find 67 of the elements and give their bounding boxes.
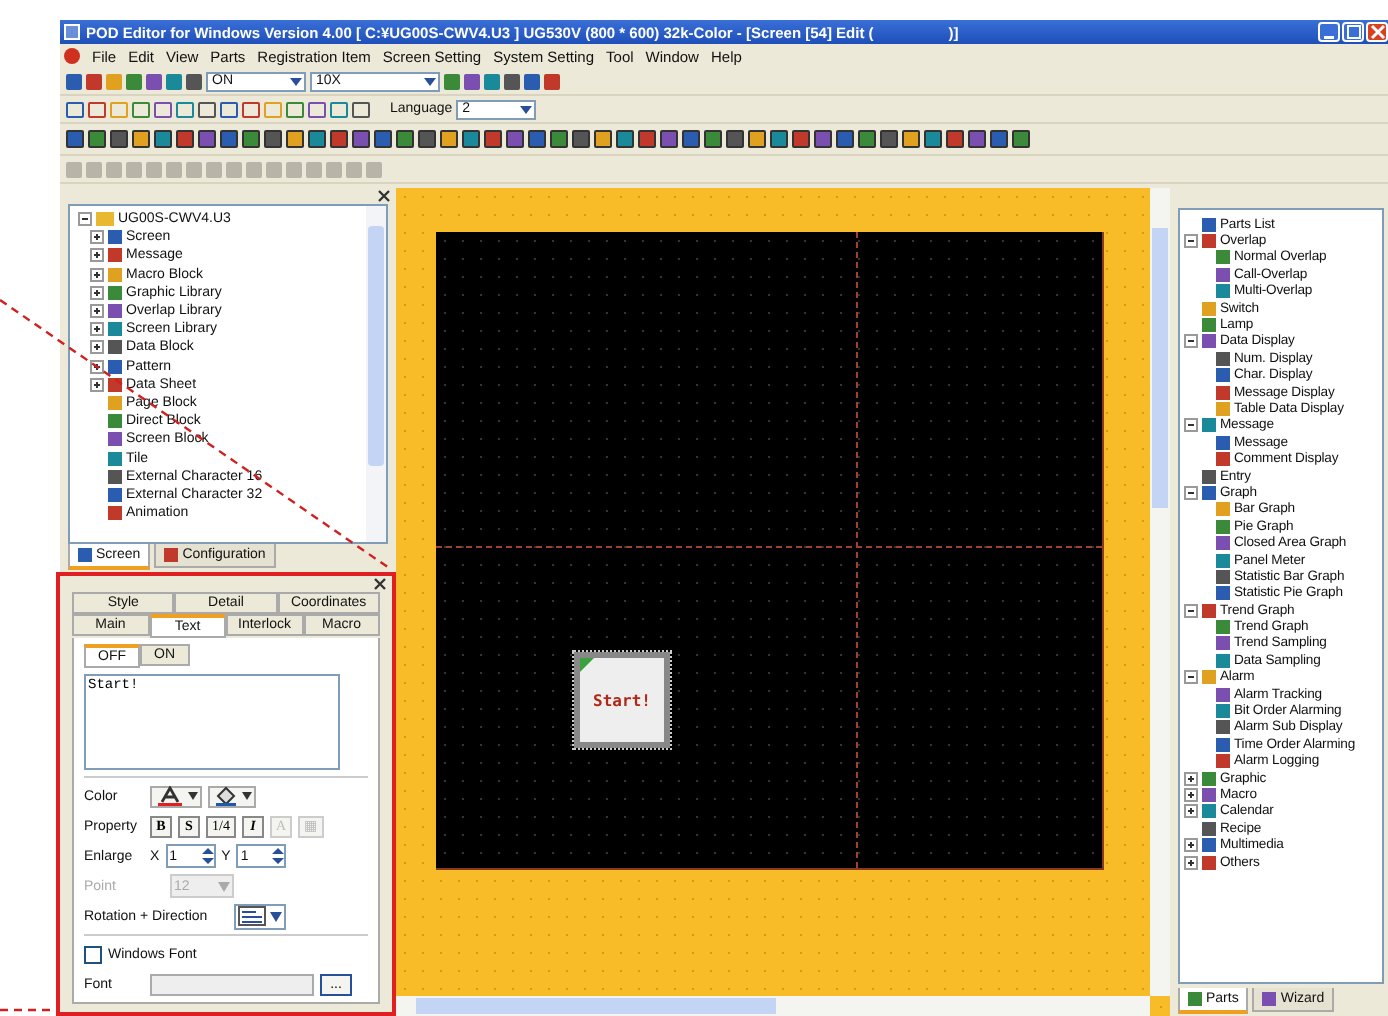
- node-icon: [108, 304, 122, 319]
- expand-icon[interactable]: [1184, 804, 1198, 819]
- checkbox[interactable]: [84, 945, 102, 963]
- caret-icon: [218, 881, 230, 891]
- font-field[interactable]: [150, 973, 314, 995]
- expand-icon[interactable]: [90, 322, 104, 337]
- expand-icon[interactable]: [90, 377, 104, 392]
- expand-icon[interactable]: [90, 230, 104, 245]
- text-color-icon: [154, 786, 186, 806]
- caret-icon: [518, 101, 535, 117]
- maximize-button[interactable]: [1342, 22, 1364, 42]
- maximize-icon: [1345, 24, 1361, 40]
- background-color-button[interactable]: [208, 785, 256, 807]
- collapse-icon[interactable]: [1184, 418, 1198, 433]
- expand-icon[interactable]: [90, 248, 104, 263]
- paint-bucket-icon: [212, 786, 240, 806]
- expand-icon[interactable]: [1184, 838, 1198, 853]
- node-icon: [108, 285, 122, 300]
- minimize-button[interactable]: [1318, 22, 1340, 42]
- collapse-icon[interactable]: [1184, 603, 1198, 618]
- node-icon: [108, 506, 122, 521]
- expand-icon[interactable]: [1184, 855, 1198, 870]
- node-icon: [108, 395, 122, 410]
- expand-icon[interactable]: [90, 285, 104, 300]
- collapse-icon[interactable]: [1184, 234, 1198, 249]
- caret-icon: [269, 911, 282, 921]
- close-button[interactable]: [1366, 22, 1388, 42]
- expand-icon[interactable]: [90, 340, 104, 355]
- node-icon: [108, 469, 122, 484]
- node-icon: [108, 340, 122, 355]
- node-icon: [108, 377, 122, 392]
- collapse-icon[interactable]: [1184, 485, 1198, 500]
- expand-icon[interactable]: [1184, 787, 1198, 802]
- caret-icon: [188, 792, 198, 800]
- node-icon: [108, 267, 122, 282]
- expand-icon[interactable]: [90, 304, 104, 319]
- collapse-icon[interactable]: [1184, 334, 1198, 349]
- expand-icon[interactable]: [1184, 771, 1198, 786]
- node-icon: [108, 487, 122, 502]
- close-icon[interactable]: [374, 578, 386, 590]
- caret-icon: [242, 792, 252, 800]
- text-color-button[interactable]: [150, 785, 202, 807]
- expand-icon[interactable]: [90, 267, 104, 282]
- spinner-arrows-icon: [272, 846, 285, 866]
- scrollbar[interactable]: [396, 996, 1150, 1016]
- node-icon: [108, 248, 122, 263]
- folder-icon: [96, 212, 114, 227]
- collapse-icon[interactable]: [78, 212, 92, 227]
- spinner-arrows-icon: [201, 846, 214, 866]
- scrollbar[interactable]: [1150, 188, 1170, 996]
- close-icon[interactable]: [378, 190, 390, 202]
- node-icon: [108, 451, 122, 466]
- scrollbar[interactable]: [366, 206, 386, 542]
- node-icon: [108, 230, 122, 245]
- node-icon: [108, 322, 122, 337]
- leader-line: [0, 1008, 56, 1012]
- node-icon: [108, 359, 122, 374]
- close-icon: [1369, 24, 1385, 40]
- text-direction-icon: [237, 906, 266, 926]
- caret-icon: [422, 73, 438, 89]
- node-icon: [108, 432, 122, 447]
- start-button[interactable]: Start!: [574, 652, 670, 748]
- direction-dropdown[interactable]: [233, 903, 286, 929]
- collapse-icon[interactable]: [1184, 670, 1198, 685]
- node-icon: [108, 414, 122, 429]
- expand-icon[interactable]: [90, 359, 104, 374]
- caret-icon: [288, 73, 304, 89]
